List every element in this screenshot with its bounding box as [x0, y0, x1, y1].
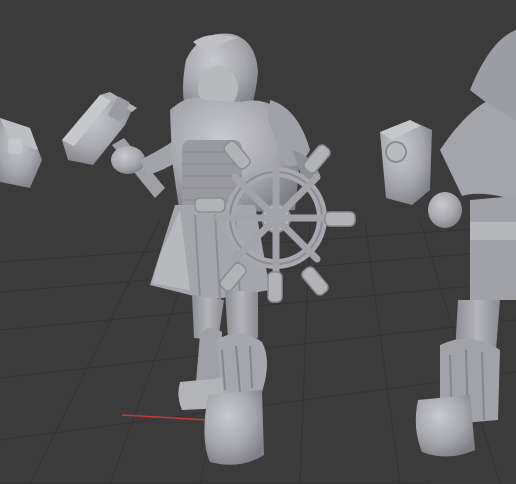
3d-viewport[interactable] — [0, 0, 516, 484]
viewport-canvas[interactable] — [0, 0, 516, 484]
